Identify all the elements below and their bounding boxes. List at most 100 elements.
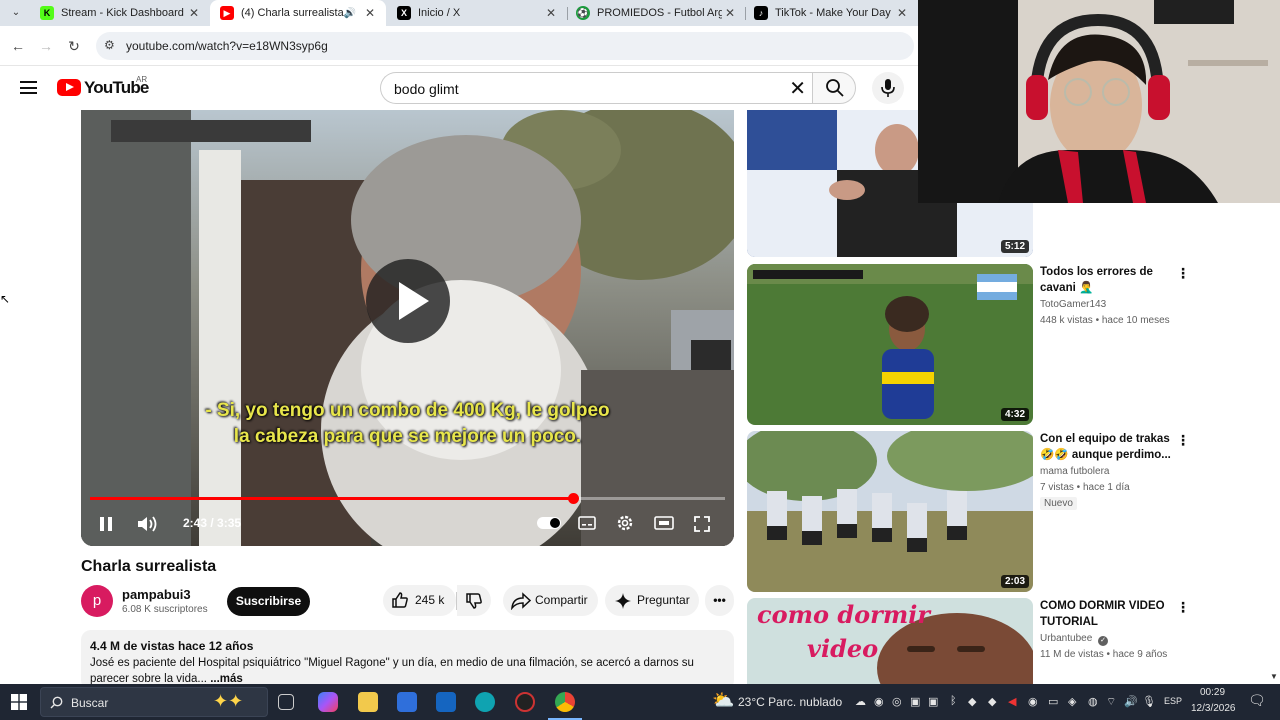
tray-app-icon[interactable]: ◍ (1088, 695, 1098, 708)
autoplay-toggle[interactable] (537, 517, 561, 529)
more-options-icon[interactable]: ⋮ (1176, 600, 1190, 614)
ask-ai-button[interactable]: Preguntar (605, 585, 699, 616)
recommended-title[interactable]: Con el equipo de trakas 🤣🤣 aunque perdim… (1040, 431, 1174, 463)
subtitle-line-1: - Si, yo tengo un combo de 400 Kg, le go… (205, 400, 610, 421)
channel-name[interactable]: Urbantubee (1040, 633, 1092, 644)
bluetooth-icon[interactable]: ᛒ (950, 695, 957, 707)
steam-icon[interactable]: ◉ (874, 695, 884, 708)
share-button[interactable]: Compartir (503, 585, 598, 616)
theater-mode-icon[interactable] (654, 515, 674, 531)
tab-close-icon[interactable]: ✕ (722, 6, 738, 20)
youtube-logo-icon[interactable] (57, 79, 81, 96)
tab-close-icon[interactable]: ✕ (186, 6, 202, 20)
language-indicator[interactable]: ESP (1164, 696, 1182, 706)
speaker-icon[interactable]: 🔊 (344, 8, 356, 19)
video-title: Charla surrealista (81, 558, 217, 575)
progress-bar[interactable] (90, 493, 725, 504)
tab-close-icon[interactable]: ✕ (543, 6, 559, 20)
search-query[interactable]: bodo glimt (394, 81, 459, 97)
tab-kick-dashboard[interactable]: K Stream - Kick Dashboard ✕ (30, 0, 210, 26)
channel-avatar[interactable]: p (81, 585, 113, 617)
network-icon[interactable]: ⌔ (1106, 695, 1116, 709)
subscriber-count: 6.08 K suscriptores (122, 604, 208, 615)
tiktok-icon: ♪ (754, 6, 768, 20)
like-count: 245 k (415, 593, 445, 607)
more-options-icon[interactable]: ⋮ (1176, 266, 1190, 280)
tab-close-icon[interactable]: ✕ (894, 6, 910, 20)
weather-icon[interactable]: ⛅ (712, 690, 734, 711)
reload-icon[interactable]: ↻ (64, 36, 84, 56)
volume-tray-icon[interactable]: 🔊 (1124, 695, 1138, 708)
taskbar-search-box[interactable]: Buscar ✦✦ (40, 687, 268, 717)
forward-arrow-icon[interactable]: → (36, 36, 56, 56)
tab-youtube-video[interactable]: ▶ (4) Charla surrealista - Yo 🔊 ✕ (210, 0, 386, 26)
like-button[interactable]: 245 k (383, 585, 456, 616)
fullscreen-icon[interactable] (693, 515, 711, 533)
recommended-channel[interactable]: mama futbolera (1040, 466, 1109, 477)
recommended-title[interactable]: COMO DORMIR VIDEO TUTORIAL (1040, 598, 1174, 630)
settings-gear-icon[interactable] (616, 514, 634, 532)
tab-tiktok[interactable]: ♪ TikTok - Make Your Day ✕ (744, 0, 918, 26)
more-actions-icon[interactable]: ••• (705, 585, 734, 616)
tray-app-icon[interactable]: ◀ (1008, 695, 1016, 708)
notifications-icon[interactable]: 🗨 (1248, 692, 1266, 709)
description-box[interactable]: 4.4 M de vistas hace 12 años José es pac… (81, 630, 734, 690)
recommended-channel[interactable]: Urbantubee ✓ (1040, 633, 1109, 646)
video-player[interactable]: - Si, yo tengo un combo de 400 Kg, le go… (81, 110, 734, 546)
back-arrow-icon[interactable]: ← (8, 36, 28, 56)
big-play-button[interactable] (366, 259, 450, 343)
nvidia-icon[interactable]: ◆ (988, 695, 996, 708)
search-button[interactable] (812, 72, 856, 104)
recommended-title[interactable]: Todos los errores de cavani 🤦‍♂️ (1040, 264, 1174, 296)
task-view-icon[interactable] (278, 694, 294, 710)
recommended-channel[interactable]: TotoGamer143 (1040, 299, 1106, 310)
thumbnail-image (747, 264, 1033, 425)
dislike-button[interactable] (457, 585, 491, 616)
discord-icon[interactable]: ◎ (892, 695, 902, 708)
voice-search-button[interactable] (872, 72, 904, 104)
windows-start-icon[interactable] (11, 694, 27, 710)
recommended-thumbnail[interactable]: 4:32 (747, 264, 1033, 425)
clock-time[interactable]: 00:29 (1200, 687, 1225, 698)
tray-app-icon[interactable]: ▣ (910, 695, 920, 708)
microphone-tray-icon[interactable]: 🎙 (1142, 695, 1156, 708)
microsoft-store-icon[interactable] (397, 692, 417, 712)
recommended-thumbnail[interactable]: 2:03 (747, 431, 1033, 592)
verified-icon: ✓ (1098, 636, 1109, 646)
address-bar[interactable]: ⚙ youtube.com/watch?v=e18WN3syp6g (96, 32, 914, 60)
url-text[interactable]: youtube.com/watch?v=e18WN3syp6g (126, 39, 328, 53)
clear-search-icon[interactable]: ✕ (789, 76, 806, 101)
scrubber-handle[interactable] (567, 493, 579, 504)
edge-icon[interactable] (475, 692, 495, 712)
subtitles-icon[interactable] (578, 515, 596, 531)
tray-app-icon[interactable]: ◉ (1028, 695, 1038, 708)
tab-promiedos[interactable]: ⚽ PROMIEDOS - Futbol Argent ✕ (566, 0, 746, 26)
menu-icon[interactable] (20, 81, 37, 94)
pause-icon[interactable] (99, 516, 113, 532)
volume-icon[interactable] (137, 514, 159, 534)
security-icon[interactable]: ◈ (1068, 695, 1076, 708)
tab-x-inicio[interactable]: X Inicio / X ✕ (387, 0, 567, 26)
tray-app-icon[interactable]: ▭ (1048, 695, 1058, 708)
chrome-icon[interactable] (555, 692, 575, 712)
tray-app-icon[interactable]: ▣ (928, 695, 938, 708)
tab-search-dropdown-icon[interactable]: ⌄ (6, 5, 26, 21)
weather-text[interactable]: 23°C Parc. nublado (738, 695, 842, 709)
kick-icon: K (40, 6, 54, 20)
search-input[interactable]: bodo glimt ✕ (380, 72, 812, 104)
clock-date[interactable]: 12/3/2026 (1191, 703, 1236, 714)
scroll-down-arrow-icon[interactable]: ▼ (1270, 672, 1278, 681)
subscribe-button[interactable]: Suscribirse (227, 587, 310, 616)
obs-icon[interactable] (515, 692, 535, 712)
thumbnail-caption-2: video (807, 634, 879, 663)
file-explorer-icon[interactable] (358, 692, 378, 712)
more-options-icon[interactable]: ⋮ (1176, 433, 1190, 447)
recommended-thumbnail[interactable]: como dormir video (747, 598, 1033, 684)
copilot-icon[interactable] (318, 692, 338, 712)
outlook-icon[interactable] (436, 692, 456, 712)
onedrive-icon[interactable]: ☁ (855, 695, 866, 708)
tab-close-icon[interactable]: ✕ (362, 6, 378, 20)
channel-name[interactable]: pampabui3 (122, 587, 191, 602)
tray-app-icon[interactable]: ◆ (968, 695, 976, 708)
site-info-icon[interactable]: ⚙ (104, 38, 115, 52)
